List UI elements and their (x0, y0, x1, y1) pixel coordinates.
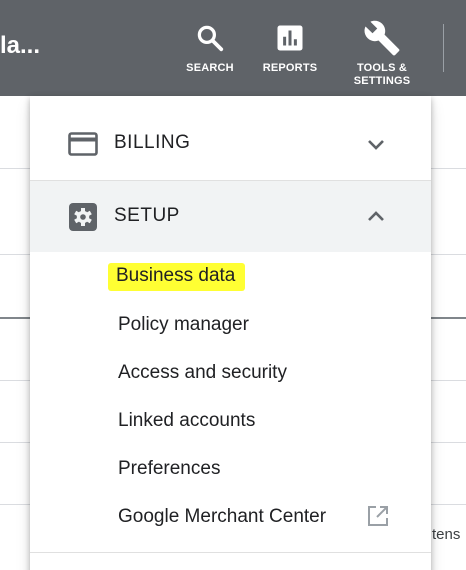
menu-item-policy-manager[interactable]: Policy manager (114, 310, 253, 340)
external-link-icon[interactable] (366, 504, 390, 528)
search-button[interactable]: SEARCH (178, 0, 242, 96)
billing-title: BILLING (114, 132, 191, 153)
menu-item-label: Linked accounts (118, 410, 256, 431)
gear-icon (68, 203, 98, 231)
tools-settings-menu: BILLING SETUP Business data Policy manag… (30, 96, 431, 570)
toolbar-divider (443, 24, 444, 72)
menu-item-label: Access and security (118, 362, 287, 383)
credit-card-icon (68, 130, 98, 158)
billing-section-header[interactable]: BILLING (30, 108, 431, 180)
menu-item-label: Preferences (118, 458, 221, 479)
chevron-up-icon (364, 205, 388, 229)
account-title: la... (0, 32, 41, 59)
reports-label: REPORTS (262, 62, 318, 74)
reports-button[interactable]: REPORTS (256, 0, 324, 96)
search-label: SEARCH (186, 62, 234, 74)
menu-item-label: Policy manager (118, 314, 249, 335)
chevron-down-icon (364, 132, 388, 156)
menu-item-label: Business data (108, 263, 246, 291)
tools-settings-button[interactable]: TOOLS & SETTINGS (346, 0, 418, 96)
menu-item-preferences[interactable]: Preferences (114, 454, 224, 484)
wrench-icon (363, 18, 401, 58)
menu-item-label: Google Merchant Center (118, 506, 327, 527)
setup-title: SETUP (114, 205, 180, 226)
background-partial-text: tens (432, 526, 461, 543)
menu-item-business-data[interactable]: Business data (108, 262, 246, 292)
search-icon (195, 18, 225, 58)
top-app-bar: la... SEARCH REPORTS TOOLS & SETTINGS (0, 0, 466, 96)
menu-item-google-merchant-center[interactable]: Google Merchant Center (114, 502, 330, 532)
tools-settings-label: TOOLS & SETTINGS (353, 62, 411, 87)
reports-icon (275, 18, 305, 58)
menu-divider (30, 552, 431, 553)
setup-section-header[interactable]: SETUP (30, 180, 431, 252)
menu-item-access-and-security[interactable]: Access and security (114, 358, 291, 388)
menu-item-linked-accounts[interactable]: Linked accounts (114, 406, 259, 436)
